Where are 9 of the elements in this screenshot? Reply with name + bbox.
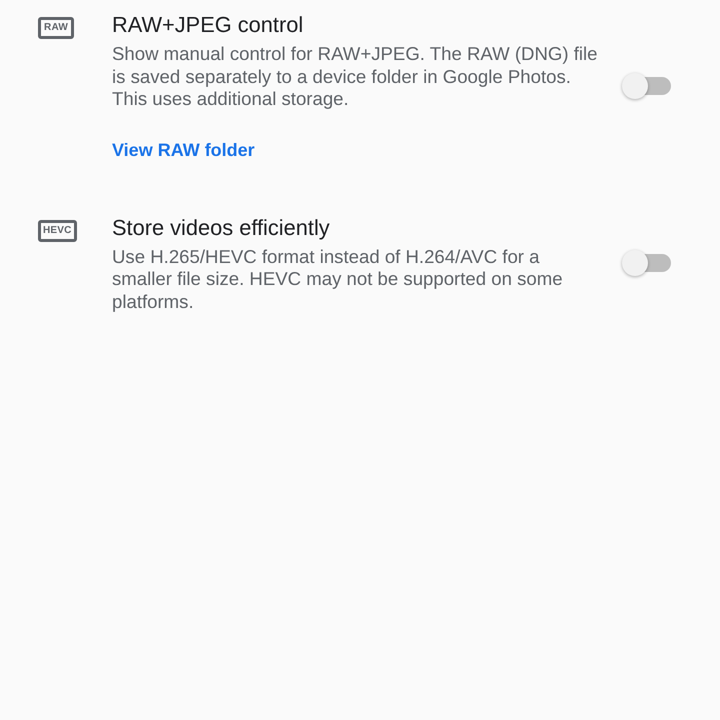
setting-description: Use H.265/HEVC format instead of H.264/AVC for a smaller file size. HEVC may not be supported on some platforms. bbox=[112, 246, 564, 313]
format-tag: HEVC bbox=[38, 220, 77, 242]
setting-title: RAW+JPEG control bbox=[112, 11, 304, 39]
format-tag: RAW bbox=[38, 17, 74, 39]
toggle-switch[interactable] bbox=[622, 73, 672, 100]
toggle-switch[interactable] bbox=[622, 250, 672, 276]
setting-description: Show manual control for RAW+JPEG. The RAW (DNG) file is saved separately to a device folder in Google Photos. This uses additional storage. bbox=[112, 43, 598, 110]
setting-title: Store videos efficiently bbox=[112, 214, 331, 242]
view-folder-link[interactable]: View RAW folder bbox=[112, 138, 255, 162]
